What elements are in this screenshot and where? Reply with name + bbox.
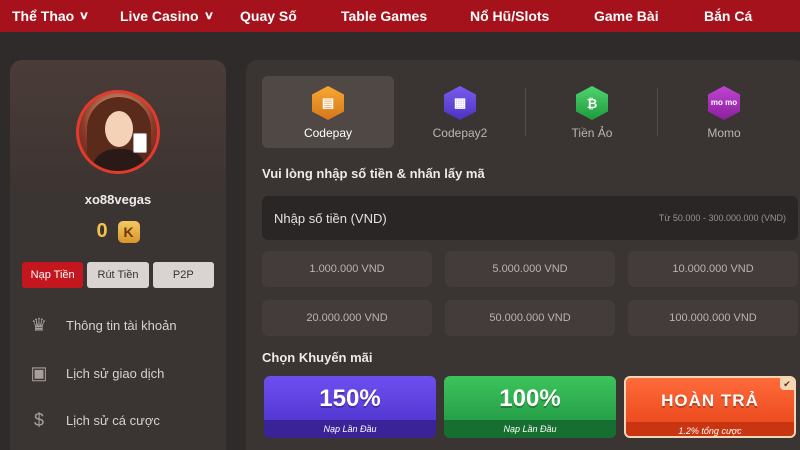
quick-amount-button[interactable]: 20.000.000 VND (262, 300, 432, 336)
nav-label: Nổ Hũ/Slots (470, 8, 550, 24)
promo-card-150[interactable]: 150% Nạp Lần Đầu (264, 376, 436, 438)
wallet-icon: ▣ (30, 362, 48, 383)
balance-value: 0 (96, 220, 108, 242)
wallet-icon: ▤ (312, 86, 344, 120)
money-bag-icon: $ (33, 409, 44, 430)
avatar-face (105, 111, 133, 147)
p2p-button[interactable]: P2P (152, 262, 214, 288)
nav-item-slots[interactable]: Nổ Hũ/Slots (470, 0, 549, 32)
nav-label: Live Casino (120, 8, 199, 24)
nav-item-table-games[interactable]: Table Games (341, 0, 427, 32)
tab-label: Codepay2 (432, 126, 488, 140)
nav-label: Game Bài (594, 8, 659, 24)
promo-caption: Nạp Lần Đầu (264, 420, 436, 438)
crown-icon: ♛ (30, 314, 48, 335)
promo-card-100[interactable]: 100% Nạp Lần Đầu (444, 376, 616, 438)
top-navigation: Thể Thao ∨ Live Casino ∨ Quay Số Table G… (0, 0, 800, 32)
deposit-panel: ▤ Codepay ▦ Codepay2 ₿ Tiền Ảo mo mo Mom… (246, 60, 800, 450)
avatar[interactable] (76, 90, 160, 174)
profile-panel: xo88vegas 0 K Nạp Tiền Rút Tiền P2P ♛ Th… (10, 60, 226, 450)
momo-icon: mo mo (708, 86, 740, 120)
amount-section-title: Vui lòng nhập số tiền & nhấn lấy mã (262, 166, 485, 181)
menu-item-label: Lịch sử giao dịch (66, 365, 165, 381)
amount-input[interactable]: Nhập số tiền (VND) Từ 50.000 - 300.000.0… (262, 196, 798, 240)
checkmark-icon: ✔ (780, 378, 794, 390)
nav-item-the-thao[interactable]: Thể Thao ∨ (12, 0, 90, 32)
nav-item-ban-ca[interactable]: Bắn Cá (704, 0, 752, 32)
bitcoin-icon: ₿ (576, 86, 608, 120)
nav-label: Quay Số (240, 8, 297, 24)
menu-item-bet-history[interactable]: $ Lịch sử cá cược (26, 406, 226, 434)
menu-item-label: Lịch sử cá cược (66, 412, 160, 428)
nav-item-quay-so[interactable]: Quay Số (240, 0, 297, 32)
nav-label: Bắn Cá (704, 8, 753, 24)
tab-label: Codepay (303, 126, 353, 140)
promo-card-rebate[interactable]: ✔ HOÀN TRẢ 1.2% tổng cược (624, 376, 796, 438)
amount-placeholder: Nhập số tiền (VND) (274, 210, 387, 226)
deposit-button[interactable]: Nạp Tiền (22, 262, 84, 288)
tab-momo[interactable]: mo mo Momo (658, 76, 790, 148)
tab-codepay2[interactable]: ▦ Codepay2 (394, 76, 526, 148)
promo-value: 100% (499, 385, 561, 412)
quick-amount-button[interactable]: 10.000.000 VND (628, 251, 798, 287)
wallet-actions: Nạp Tiền Rút Tiền P2P (22, 262, 214, 288)
promo-caption: 1.2% tổng cược (626, 422, 794, 436)
nav-item-live-casino[interactable]: Live Casino ∨ (120, 0, 214, 32)
username: xo88vegas (84, 192, 152, 207)
currency-badge-icon: K (117, 220, 140, 243)
quick-amount-button[interactable]: 5.000.000 VND (445, 251, 615, 287)
withdraw-button[interactable]: Rút Tiền (87, 262, 149, 288)
chevron-down-icon: ∨ (203, 10, 214, 22)
quick-amount-button[interactable]: 50.000.000 VND (445, 300, 615, 336)
scan-icon: ▦ (444, 86, 476, 120)
promo-value: 150% (319, 385, 381, 412)
tab-tien-ao[interactable]: ₿ Tiền Ảo (526, 76, 658, 148)
amount-range-hint: Từ 50.000 - 300.000.000 (VND) (658, 213, 786, 223)
nav-label: Table Games (341, 8, 428, 24)
quick-amount-button[interactable]: 1.000.000 VND (262, 251, 432, 287)
tab-label: Tiền Ảo (571, 126, 613, 140)
menu-item-account-info[interactable]: ♛ Thông tin tài khoản (26, 311, 226, 339)
playing-card-icon (133, 133, 147, 153)
chevron-down-icon: ∨ (79, 10, 90, 22)
balance: 0 K (10, 220, 226, 243)
menu-item-transaction-history[interactable]: ▣ Lịch sử giao dịch (26, 359, 226, 387)
menu-item-label: Thông tin tài khoản (66, 317, 177, 333)
payment-method-tabs: ▤ Codepay ▦ Codepay2 ₿ Tiền Ảo mo mo Mom… (262, 76, 800, 148)
quick-amount-button[interactable]: 100.000.000 VND (628, 300, 798, 336)
tab-codepay[interactable]: ▤ Codepay (262, 76, 394, 148)
nav-label: Thể Thao (12, 8, 75, 24)
nav-item-game-bai[interactable]: Game Bài (594, 0, 659, 32)
promo-value: HOÀN TRẢ (661, 391, 759, 410)
tab-label: Momo (707, 126, 741, 140)
promo-caption: Nạp Lần Đầu (444, 420, 616, 438)
promo-section-title: Chọn Khuyến mãi (262, 350, 373, 365)
